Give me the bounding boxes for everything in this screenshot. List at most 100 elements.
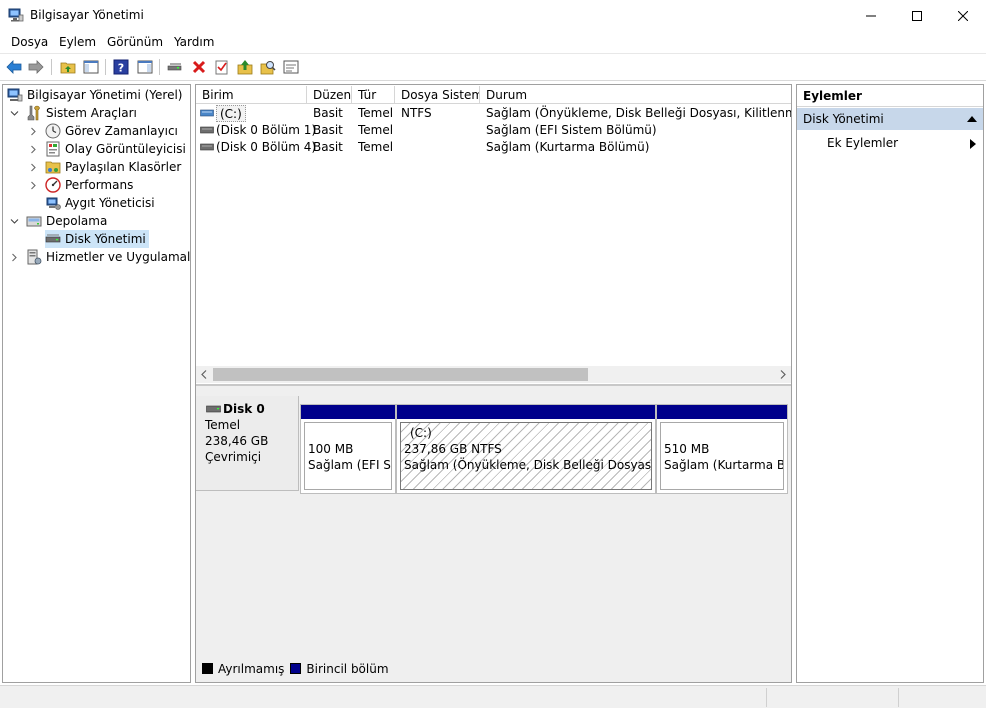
close-icon xyxy=(958,10,968,21)
maximize-button[interactable] xyxy=(894,0,940,31)
tree-item-services-applications[interactable]: Hizmetler ve Uygulamalar xyxy=(26,248,191,266)
more-actions-item[interactable]: Ek Eylemler xyxy=(797,133,983,153)
scrollbar-thumb[interactable] xyxy=(213,368,588,381)
horizontal-scrollbar[interactable] xyxy=(196,366,791,383)
volume-layout: Basit xyxy=(313,140,343,154)
primary-partition-bar xyxy=(657,405,787,419)
legend-unallocated: Ayrılmamış xyxy=(218,661,285,676)
disk-drive-icon xyxy=(206,405,221,413)
title-bar: Bilgisayar Yönetimi xyxy=(0,0,986,31)
volume-layout: Basit xyxy=(313,106,343,120)
volume-status: Sağlam (Önyükleme, Disk Belleği Dosyası,… xyxy=(486,106,791,120)
tree-label: Bilgisayar Yönetimi (Yerel) xyxy=(27,88,183,102)
computer-management-icon xyxy=(7,88,23,102)
partition-status: Sağlam (EFI Sistem Bölümü) xyxy=(308,458,391,472)
show-hide-tree-icon[interactable] xyxy=(82,58,100,76)
disk-state: Çevrimiçi xyxy=(205,450,262,464)
properties-check-icon[interactable] xyxy=(213,58,231,76)
minimize-button[interactable] xyxy=(848,0,894,31)
partition-c-drive[interactable]: (C:) 237,86 GB NTFS Sağlam (Önyükleme, D… xyxy=(396,404,656,494)
scroll-left-icon[interactable] xyxy=(199,369,209,383)
status-segment xyxy=(766,688,898,707)
column-header-status[interactable]: Durum xyxy=(480,86,791,104)
actions-pane: Eylemler Disk Yönetimi Ek Eylemler xyxy=(796,84,984,683)
up-arrow-icon[interactable] xyxy=(236,58,254,76)
performance-icon xyxy=(45,177,61,193)
menu-action[interactable]: Eylem xyxy=(59,35,96,49)
toolbar: ? xyxy=(0,53,986,81)
graphical-disk-view: Disk 0 Temel 238,46 GB Çevrimiçi 100 MB … xyxy=(196,384,791,682)
volume-type: Temel xyxy=(358,106,394,120)
close-button[interactable] xyxy=(940,0,986,31)
tree-item-task-scheduler[interactable]: Görev Zamanlayıcı xyxy=(45,122,178,140)
table-row[interactable]: (Disk 0 Bölüm 4) Basit Temel Sağlam (Kur… xyxy=(196,139,791,156)
navigation-tree-pane: Bilgisayar Yönetimi (Yerel) Sistem Araçl… xyxy=(2,84,191,683)
delete-icon[interactable] xyxy=(190,58,208,76)
chevron-right-icon[interactable] xyxy=(28,144,38,154)
unallocated-swatch xyxy=(202,663,213,674)
back-arrow-icon[interactable] xyxy=(5,58,23,76)
tree-item-computer-management[interactable]: Bilgisayar Yönetimi (Yerel) xyxy=(7,86,182,104)
disk-info-box[interactable]: Disk 0 Temel 238,46 GB Çevrimiçi xyxy=(196,396,299,491)
menu-file[interactable]: Dosya xyxy=(11,35,48,49)
volume-icon xyxy=(200,109,214,117)
show-action-pane-icon[interactable] xyxy=(136,58,154,76)
disk-name: Disk 0 xyxy=(223,402,265,416)
chevron-right-icon[interactable] xyxy=(28,126,38,136)
tree-item-disk-management[interactable]: Disk Yönetimi xyxy=(45,230,149,248)
column-header-file-system[interactable]: Dosya Sistemi xyxy=(395,86,480,104)
tree-item-shared-folders[interactable]: Paylaşılan Klasörler xyxy=(45,158,181,176)
chevron-down-icon[interactable] xyxy=(9,108,19,118)
minimize-icon xyxy=(866,15,876,16)
partition-label: (C:) xyxy=(410,426,432,440)
menu-help[interactable]: Yardım xyxy=(174,35,214,49)
up-folder-icon[interactable] xyxy=(59,58,77,76)
primary-partition-swatch xyxy=(290,663,302,674)
chevron-right-icon[interactable] xyxy=(9,252,19,262)
legend-primary: Birincil bölüm xyxy=(306,661,389,676)
column-header-type[interactable]: Tür xyxy=(352,86,395,104)
storage-icon xyxy=(26,216,42,227)
chevron-down-icon[interactable] xyxy=(9,216,19,226)
table-row[interactable]: (Disk 0 Bölüm 1) Basit Temel Sağlam (EFI… xyxy=(196,122,791,139)
partition-content: 100 MB Sağlam (EFI Sistem Bölümü) xyxy=(304,422,392,490)
connect-drive-icon[interactable] xyxy=(166,58,184,76)
more-actions-label: Ek Eylemler xyxy=(827,136,899,150)
volume-file-system: NTFS xyxy=(401,106,432,120)
collapse-triangle-icon[interactable] xyxy=(967,116,977,122)
partition-size: 237,86 GB NTFS xyxy=(404,442,502,456)
partition-size: 510 MB xyxy=(664,442,710,456)
volume-status: Sağlam (EFI Sistem Bölümü) xyxy=(486,123,657,137)
chevron-right-icon[interactable] xyxy=(28,162,38,172)
tree-item-storage[interactable]: Depolama xyxy=(26,212,107,230)
menu-view[interactable]: Görünüm xyxy=(107,35,163,49)
help-icon[interactable]: ? xyxy=(112,58,130,76)
forward-arrow-icon[interactable] xyxy=(27,58,45,76)
partition-recovery[interactable]: 510 MB Sağlam (Kurtarma Bölümü) xyxy=(656,404,788,494)
primary-partition-bar xyxy=(397,405,655,419)
scroll-right-icon[interactable] xyxy=(778,369,788,383)
menu-bar: Dosya Eylem Görünüm Yardım xyxy=(0,31,986,53)
tree-label: Performans xyxy=(65,178,134,192)
partition-efi[interactable]: 100 MB Sağlam (EFI Sistem Bölümü) xyxy=(300,404,396,494)
tree-item-performance[interactable]: Performans xyxy=(45,176,133,194)
event-viewer-icon xyxy=(46,141,60,157)
volume-name: (Disk 0 Bölüm 1) xyxy=(216,123,317,137)
toolbar-separator xyxy=(159,59,160,75)
column-header-volume[interactable]: Birim xyxy=(196,86,307,104)
tree-item-system-tools[interactable]: Sistem Araçları xyxy=(26,104,137,122)
tree-label: Olay Görüntüleyicisi xyxy=(65,142,186,156)
actions-title: Eylemler xyxy=(797,85,983,107)
search-icon[interactable] xyxy=(259,58,277,76)
chevron-right-icon[interactable] xyxy=(28,180,38,190)
table-row[interactable]: (C:) Basit Temel NTFS Sağlam (Önyükleme,… xyxy=(196,105,791,122)
tree-item-event-viewer[interactable]: Olay Görüntüleyicisi xyxy=(45,140,186,158)
partition-label xyxy=(664,425,780,441)
column-header-layout[interactable]: Düzen xyxy=(307,86,352,104)
console-window-icon[interactable] xyxy=(282,58,300,76)
tree-label: Hizmetler ve Uygulamalar xyxy=(46,250,191,264)
volume-type: Temel xyxy=(358,123,394,137)
partition-status: Sağlam (Önyükleme, Disk Belleği Dosyası,… xyxy=(404,458,652,472)
tree-item-device-manager[interactable]: Aygıt Yöneticisi xyxy=(45,194,155,212)
actions-section-disk-management[interactable]: Disk Yönetimi xyxy=(797,108,983,130)
